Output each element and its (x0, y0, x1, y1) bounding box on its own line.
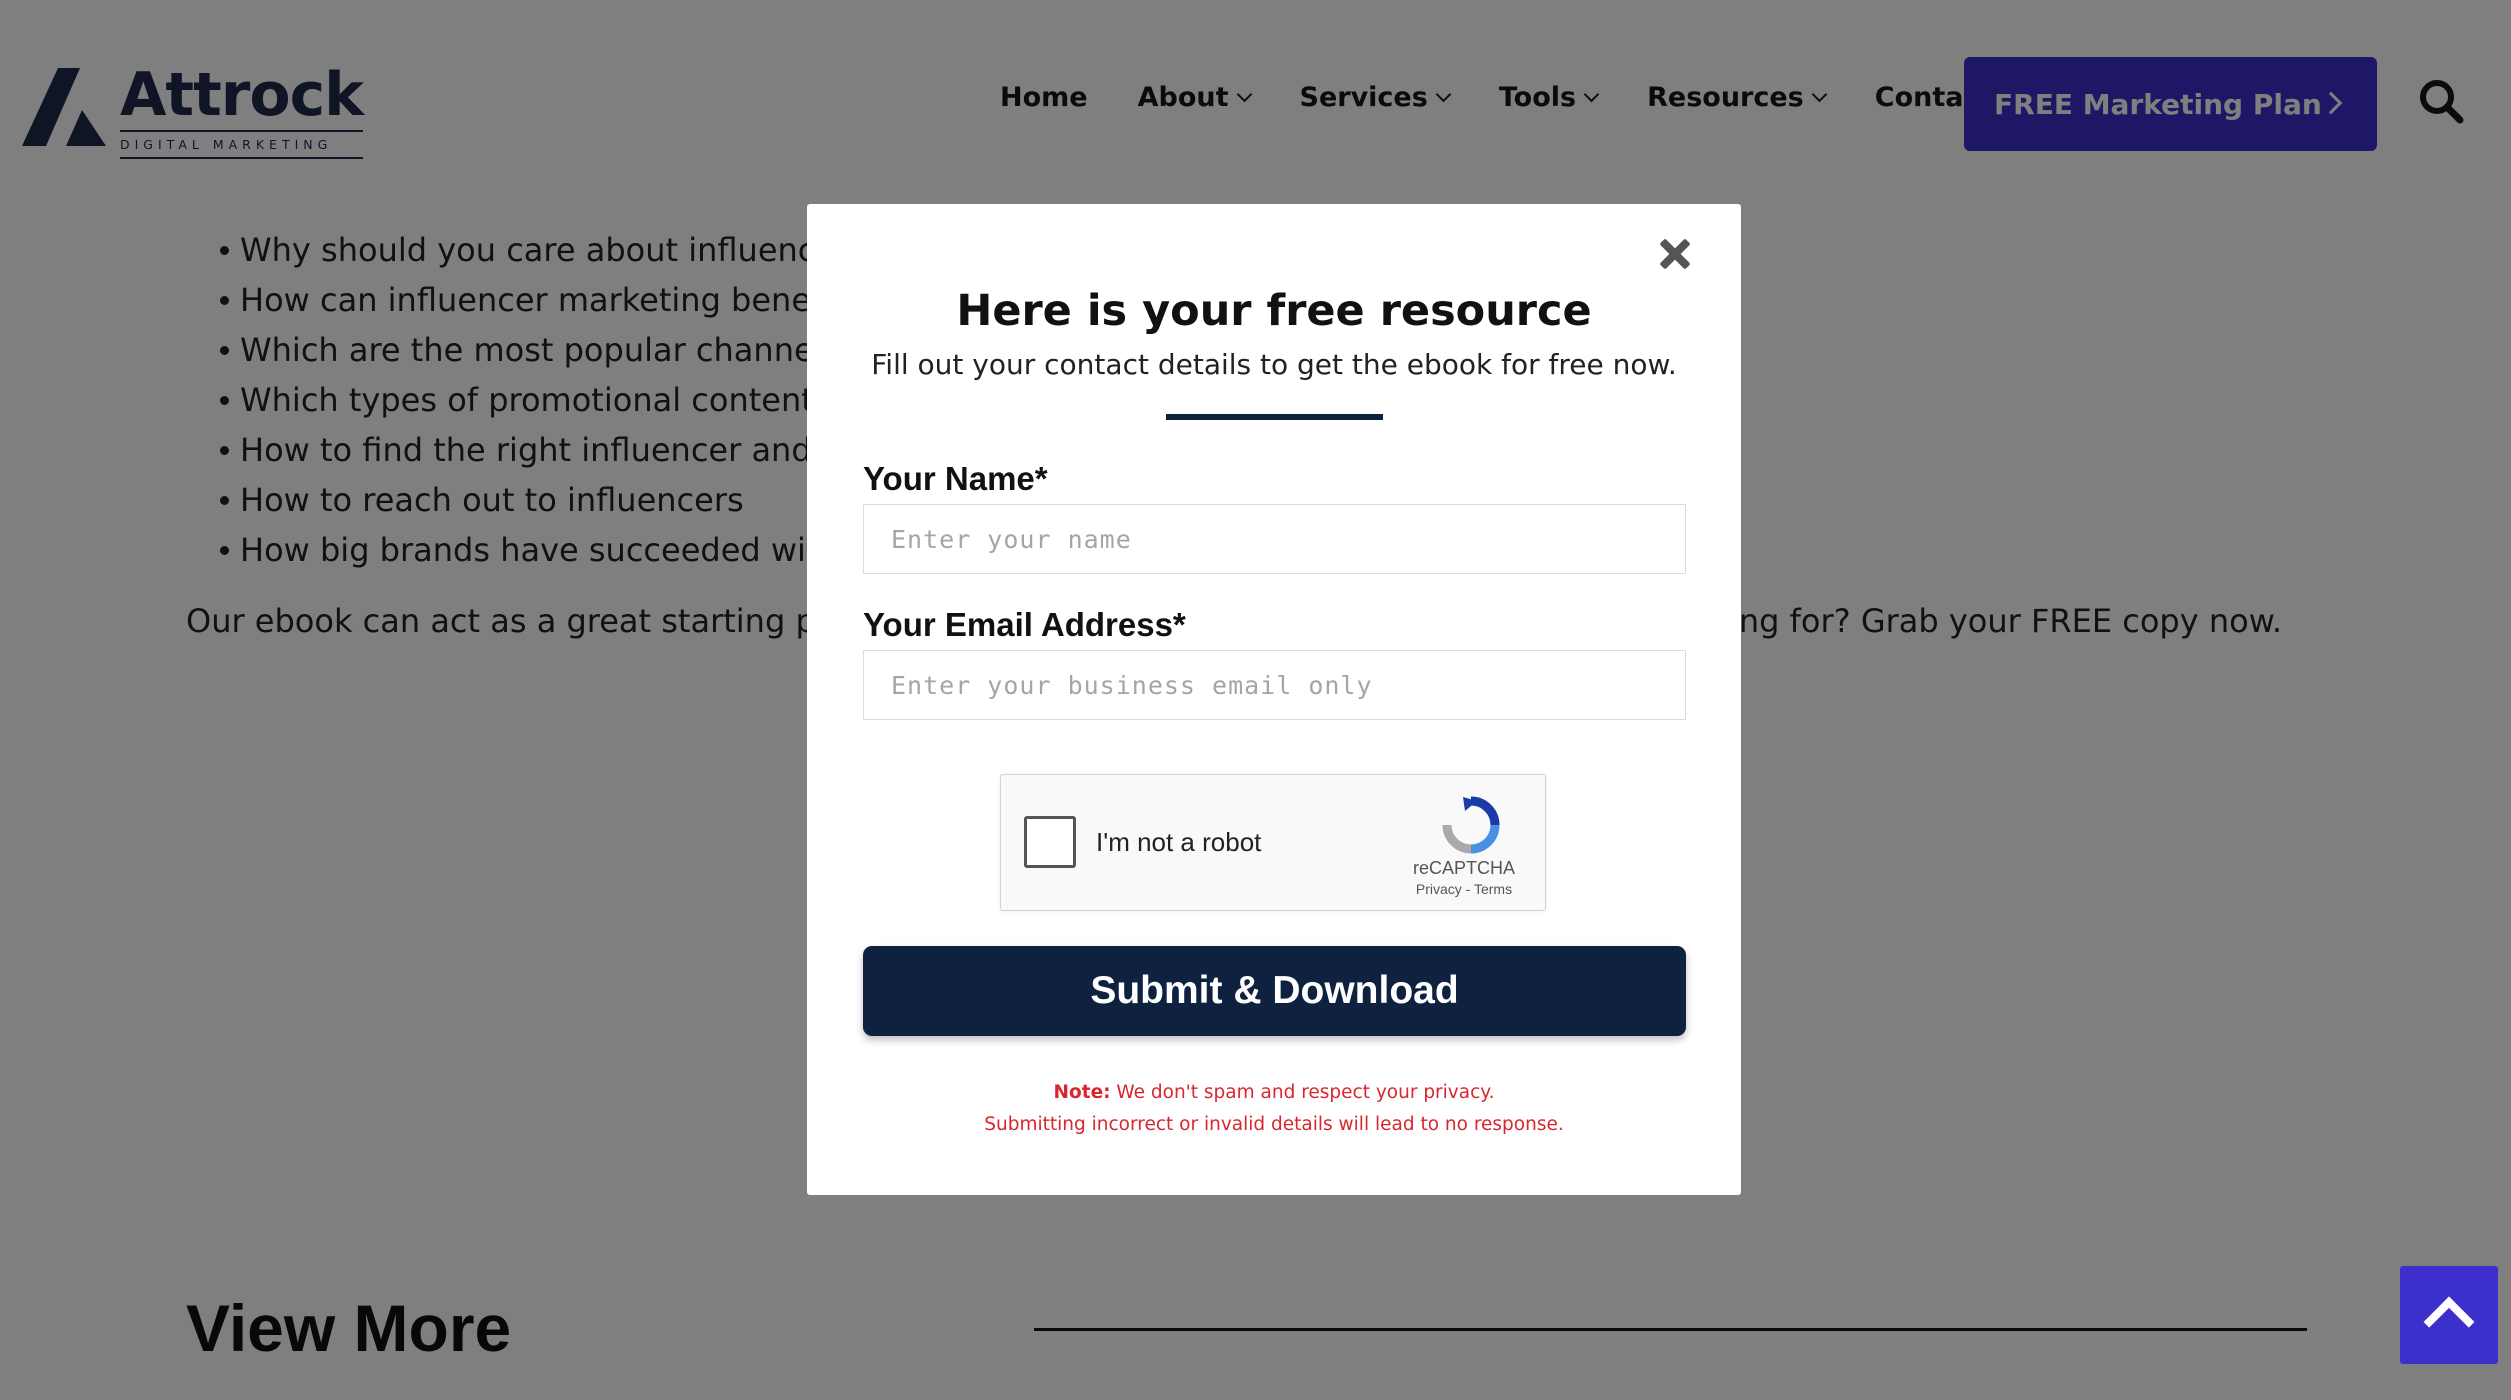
recaptcha-checkbox[interactable] (1024, 816, 1076, 868)
ebook-download-modal: Here is your free resource Fill out your… (807, 204, 1741, 1195)
recaptcha-widget: I'm not a robot reCAPTCHA Privacy - Term… (1000, 774, 1546, 911)
note-line-2: Submitting incorrect or invalid details … (984, 1114, 1564, 1135)
name-field-label: Your Name* (863, 460, 1048, 497)
recaptcha-privacy-terms-link[interactable]: Privacy - Terms (1389, 881, 1539, 897)
email-field-label: Your Email Address* (863, 606, 1186, 643)
chevron-up-icon (2423, 1296, 2475, 1348)
modal-subtitle: Fill out your contact details to get the… (871, 348, 1677, 381)
close-icon[interactable] (1655, 234, 1695, 274)
modal-title: Here is your free resource (956, 286, 1592, 336)
privacy-note: Note: We don't spam and respect your pri… (807, 1077, 1741, 1141)
note-line-1: We don't spam and respect your privacy. (1116, 1082, 1495, 1103)
recaptcha-icon (1442, 796, 1500, 854)
email-input[interactable] (863, 650, 1686, 720)
recaptcha-brand: reCAPTCHA (1412, 858, 1515, 878)
submit-download-button[interactable]: Submit & Download (863, 946, 1686, 1036)
scroll-to-top-button[interactable] (2400, 1266, 2498, 1364)
title-divider (1166, 414, 1383, 420)
name-input[interactable] (863, 504, 1686, 574)
note-prefix: Note: (1053, 1082, 1111, 1103)
recaptcha-label: I'm not a robot (1096, 827, 1262, 857)
